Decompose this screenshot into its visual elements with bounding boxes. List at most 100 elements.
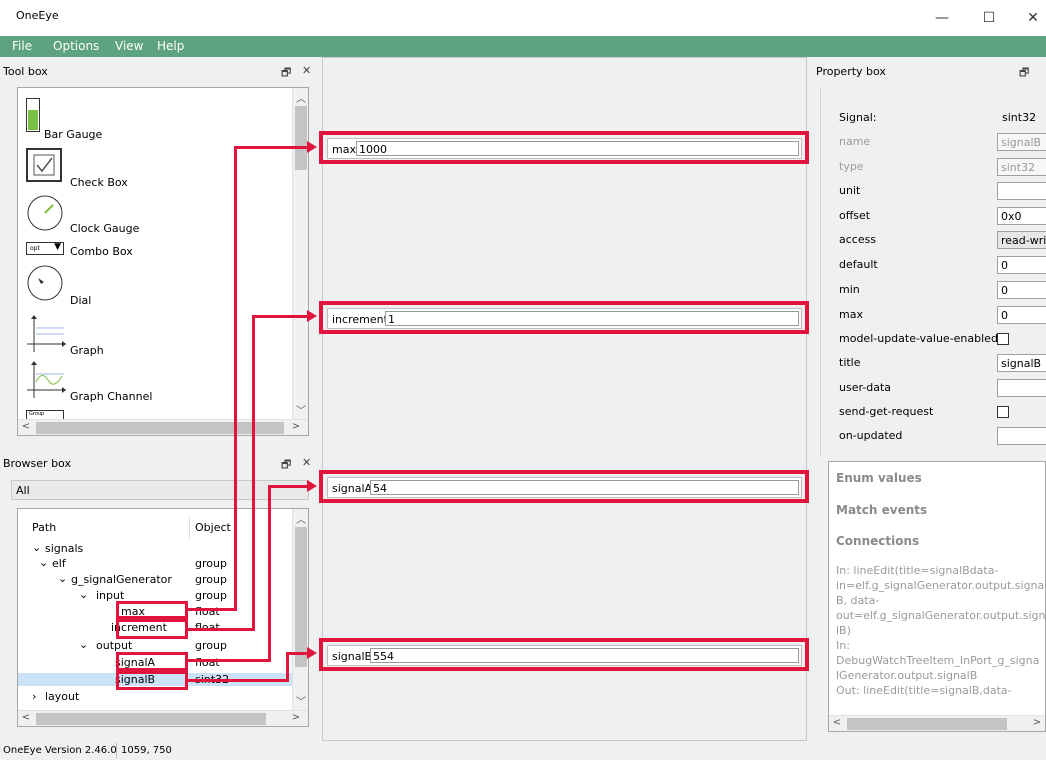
tree-row[interactable]: ⌄ g_signalGenerator group bbox=[18, 572, 292, 586]
section-match-events[interactable]: Match events bbox=[836, 503, 927, 517]
chevron-up-icon[interactable]: ︿ bbox=[293, 90, 309, 105]
toolbox-panel: Bar Gauge Check Box Clock Gauge opt ▼ Co… bbox=[17, 87, 309, 436]
scroll-thumb[interactable] bbox=[847, 718, 1007, 730]
arrow-right-icon bbox=[307, 310, 317, 322]
section-enum-values[interactable]: Enum values bbox=[836, 471, 922, 485]
toolbox-hscrollbar[interactable]: < > bbox=[18, 419, 308, 435]
section-connections[interactable]: Connections bbox=[836, 534, 919, 548]
prop-row-offset[interactable]: offset 0x0 bbox=[839, 207, 1046, 225]
chevron-right-icon[interactable]: › bbox=[32, 690, 36, 703]
dial-icon bbox=[27, 265, 63, 301]
tree-row[interactable]: ⌄ signals bbox=[18, 541, 292, 555]
window-title: OneEye bbox=[16, 9, 59, 22]
model-update-checkbox[interactable] bbox=[997, 333, 1009, 345]
float-icon[interactable]: 🗗 bbox=[281, 64, 291, 83]
chevron-down-icon[interactable]: ⌄ bbox=[79, 638, 88, 651]
toolbox-titlebar: Tool box 🗗 ✕ bbox=[0, 62, 320, 80]
checkbox-icon bbox=[26, 148, 62, 182]
connector-line bbox=[286, 652, 289, 682]
highlight-signala-widget bbox=[319, 470, 809, 503]
prop-row-default[interactable]: default 0 bbox=[839, 256, 1046, 274]
prop-row-max[interactable]: max 0 bbox=[839, 306, 1046, 324]
highlight-tree-signalb bbox=[116, 671, 188, 690]
tool-label: Clock Gauge bbox=[70, 222, 140, 235]
highlight-max-widget bbox=[319, 131, 809, 164]
close-icon[interactable]: ✕ bbox=[302, 64, 311, 77]
highlight-tree-signala bbox=[116, 652, 188, 671]
prop-row-type[interactable]: type sint32 bbox=[839, 158, 1046, 176]
tree-row[interactable]: ⌄ output group bbox=[18, 638, 292, 652]
float-icon[interactable]: 🗗 bbox=[1019, 64, 1029, 83]
graph-channel-icon bbox=[27, 361, 66, 398]
chevron-down-icon[interactable]: ⌄ bbox=[58, 572, 67, 585]
menu-options[interactable]: Options bbox=[53, 39, 99, 53]
browser-titlebar: Browser box 🗗 ✕ bbox=[0, 454, 320, 472]
connector-line bbox=[188, 628, 254, 631]
browser-title: Browser box bbox=[3, 457, 71, 470]
chevron-left-icon[interactable]: < bbox=[829, 717, 845, 728]
title-bar: OneEye — ☐ ✕ bbox=[0, 0, 1046, 36]
menu-file[interactable]: File bbox=[12, 39, 32, 53]
version-label: OneEye Version 2.46.0 bbox=[3, 745, 117, 756]
prop-row-model-update[interactable]: model-update-value-enabled bbox=[839, 330, 1046, 348]
connector-line bbox=[234, 146, 237, 611]
scroll-thumb[interactable] bbox=[36, 713, 266, 725]
menu-help[interactable]: Help bbox=[157, 39, 184, 53]
tree-row[interactable]: ⌄ elf group bbox=[18, 556, 292, 570]
scroll-thumb[interactable] bbox=[295, 527, 307, 667]
filter-value: All bbox=[16, 484, 30, 497]
status-bar: OneEye Version 2.46.0 1059, 750 bbox=[0, 741, 1046, 760]
prop-row-name[interactable]: name signalB bbox=[839, 133, 1046, 151]
highlight-tree-max bbox=[116, 601, 188, 619]
property-titlebar: Property box 🗗 bbox=[813, 62, 1046, 80]
minimize-button[interactable]: — bbox=[927, 6, 957, 30]
maximize-button[interactable]: ☐ bbox=[974, 6, 1004, 30]
tool-label: Graph bbox=[70, 344, 104, 357]
close-icon[interactable]: ✕ bbox=[302, 456, 311, 469]
prop-row-title[interactable]: title signalB bbox=[839, 354, 1046, 372]
chevron-right-icon[interactable]: > bbox=[288, 712, 304, 723]
prop-row-unit[interactable]: unit bbox=[839, 182, 1046, 200]
arrow-right-icon bbox=[307, 647, 317, 659]
connector-line bbox=[188, 608, 236, 611]
chevron-down-icon[interactable]: ﹀ bbox=[293, 693, 309, 708]
property-grid: Signal: sint32 name signalB type sint32 … bbox=[820, 87, 1046, 455]
chevron-down-icon[interactable]: ⌄ bbox=[79, 588, 88, 601]
prop-row-user-data[interactable]: user-data bbox=[839, 379, 1046, 397]
connector-line bbox=[268, 485, 309, 488]
chevron-up-icon[interactable]: ︿ bbox=[293, 511, 309, 526]
toolbox-vscrollbar[interactable]: ︿ ﹀ bbox=[292, 88, 308, 419]
connector-line bbox=[188, 659, 270, 662]
chevron-down-icon[interactable]: ⌄ bbox=[39, 556, 48, 569]
browser-vscrollbar[interactable]: ︿ ﹀ bbox=[292, 509, 308, 710]
chevron-down-icon[interactable]: ﹀ bbox=[293, 402, 309, 417]
browser-filter-select[interactable]: All bbox=[11, 480, 309, 500]
chevron-left-icon[interactable]: < bbox=[18, 712, 34, 723]
connector-line bbox=[286, 652, 309, 655]
scroll-thumb[interactable] bbox=[36, 422, 284, 434]
connector-line bbox=[268, 485, 271, 662]
tree-row[interactable]: › layout bbox=[18, 690, 292, 703]
connections-text: In: lineEdit(title=signalBdata- in=elf.g… bbox=[836, 564, 1046, 697]
chevron-right-icon[interactable]: > bbox=[1029, 717, 1045, 728]
prop-row-access[interactable]: access read-write bbox=[839, 231, 1046, 249]
chevron-right-icon[interactable]: > bbox=[288, 421, 304, 432]
column-header-object[interactable]: Object bbox=[195, 521, 231, 534]
graph-icon bbox=[27, 315, 66, 352]
scroll-thumb[interactable] bbox=[295, 106, 307, 170]
highlight-signalb-widget bbox=[319, 638, 809, 671]
prop-row-min[interactable]: min 0 bbox=[839, 281, 1046, 299]
send-get-request-checkbox[interactable] bbox=[997, 406, 1009, 418]
arrow-right-icon bbox=[307, 480, 317, 492]
chevron-left-icon[interactable]: < bbox=[18, 421, 34, 432]
property-hscrollbar[interactable]: < > bbox=[829, 715, 1045, 731]
chevron-down-icon[interactable]: ⌄ bbox=[32, 541, 41, 554]
browser-hscrollbar[interactable]: < > bbox=[18, 710, 308, 726]
column-header-path[interactable]: Path bbox=[32, 521, 56, 534]
prop-row-send-get-request[interactable]: send-get-request bbox=[839, 403, 1046, 421]
float-icon[interactable]: 🗗 bbox=[281, 456, 291, 475]
connector-line bbox=[188, 679, 288, 682]
close-button[interactable]: ✕ bbox=[1018, 6, 1046, 30]
prop-row-on-updated[interactable]: on-updated bbox=[839, 427, 1046, 445]
menu-view[interactable]: View bbox=[115, 39, 143, 53]
